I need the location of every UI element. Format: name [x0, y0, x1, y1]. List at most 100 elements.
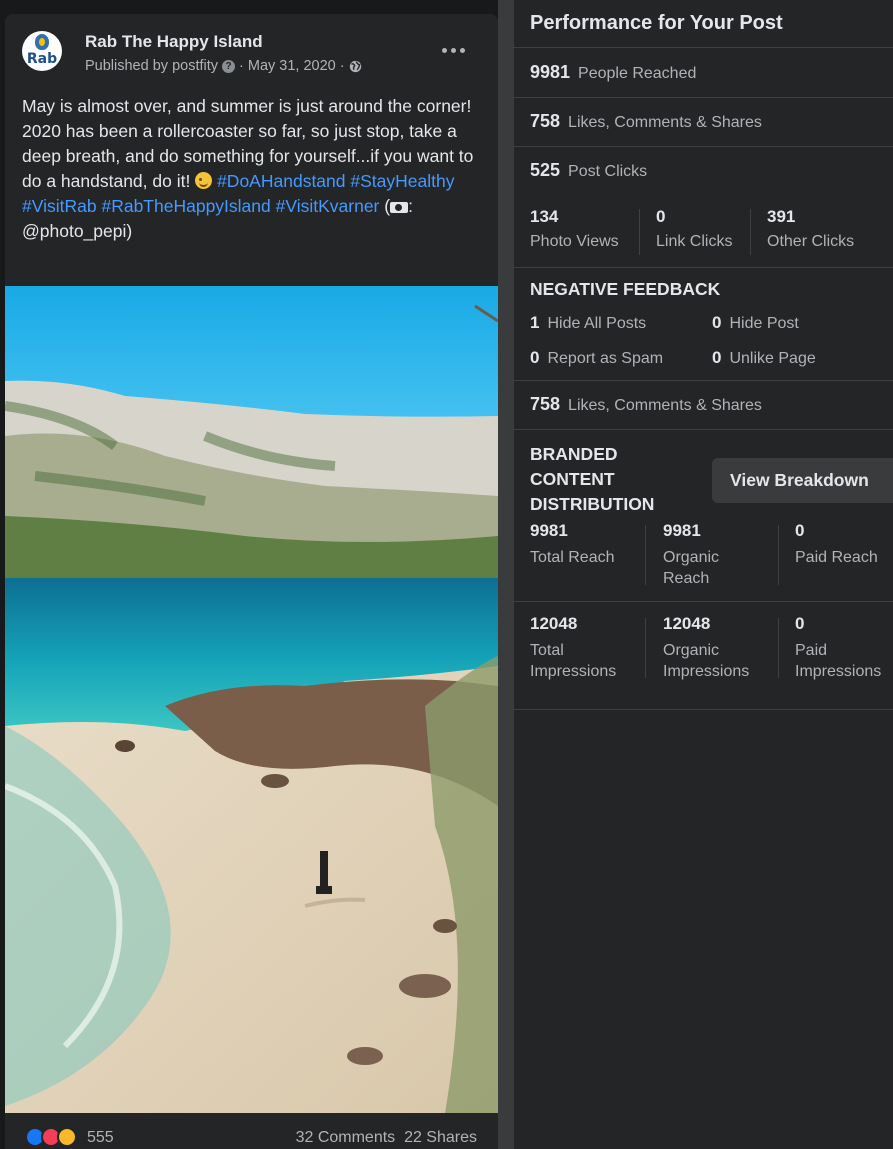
- divider: [639, 209, 640, 255]
- hashtag-link[interactable]: #DoAHandstand: [217, 171, 345, 191]
- post-text: May is almost over, and summer is just a…: [22, 94, 492, 244]
- stat-label: Paid Impressions: [795, 642, 882, 680]
- hashtag-link[interactable]: #VisitKvarner: [276, 196, 380, 216]
- post-clicks-stat: 525 Post Clicks: [530, 160, 647, 181]
- stat-value: 0: [530, 348, 540, 367]
- divider: [778, 618, 779, 678]
- avatar-text: Rab: [26, 51, 58, 67]
- stat-value: 391: [767, 207, 796, 226]
- total-reach-stat: 9981 Total Reach: [530, 521, 650, 568]
- organic-reach-stat: 9981 Organic Reach: [663, 521, 753, 589]
- post-meta: Published by postfity? · May 31, 2020 ·: [85, 58, 362, 74]
- divider: [750, 209, 751, 255]
- photo-credit[interactable]: @photo_pepi): [22, 221, 132, 241]
- rab-logo-icon: [35, 34, 49, 50]
- credit-close: :: [408, 196, 413, 216]
- stat-label: Paid Reach: [795, 549, 878, 566]
- divider: [514, 429, 893, 430]
- stat-value: 1: [530, 313, 540, 332]
- photo-views-stat: 134 Photo Views: [530, 207, 619, 257]
- stat-label: Other Clicks: [767, 233, 855, 250]
- stat-value: 0: [712, 313, 722, 332]
- page-name[interactable]: Rab The Happy Island: [85, 32, 263, 52]
- performance-panel: Performance for Your Post 9981 People Re…: [514, 0, 893, 1149]
- stat-label: Total Reach: [530, 549, 615, 566]
- divider: [514, 97, 893, 98]
- stat-value: 12048: [663, 614, 711, 633]
- view-breakdown-button[interactable]: View Breakdown: [712, 458, 893, 503]
- stat-value: 758: [530, 111, 561, 131]
- reaction-icons[interactable]: [25, 1127, 81, 1147]
- care-reaction-icon: [57, 1127, 77, 1147]
- organic-impressions-stat: 12048 Organic Impressions: [663, 614, 773, 682]
- hashtag-link[interactable]: #VisitRab: [22, 196, 97, 216]
- more-options-icon[interactable]: [440, 42, 468, 58]
- published-prefix: Published by: [85, 58, 169, 74]
- stat-value: 0: [712, 348, 722, 367]
- divider: [514, 267, 893, 268]
- post-photo[interactable]: [5, 286, 498, 1113]
- engagement-repeat-stat: 758 Likes, Comments & Shares: [530, 394, 762, 415]
- divider: [514, 601, 893, 602]
- engagement-stat: 758 Likes, Comments & Shares: [530, 111, 762, 132]
- paid-reach-stat: 0 Paid Reach: [795, 521, 891, 568]
- beach-photo-image: [5, 286, 498, 1113]
- credit-open: (: [379, 196, 391, 216]
- page-avatar[interactable]: Rab: [22, 31, 62, 71]
- panel-divider: [498, 0, 514, 1149]
- comments-shares: 32 Comments 22 Shares: [296, 1129, 477, 1147]
- shares-count[interactable]: 22 Shares: [404, 1129, 477, 1146]
- people-reached-stat: 9981 People Reached: [530, 62, 696, 83]
- stat-label: Organic Impressions: [663, 642, 750, 680]
- comments-count[interactable]: 32 Comments: [296, 1129, 396, 1146]
- stat-value: 0: [795, 614, 805, 633]
- stat-label: Photo Views: [530, 233, 619, 250]
- branded-content-title: BRANDED CONTENT DISTRIBUTION: [530, 444, 655, 514]
- meta-dot: ·: [335, 58, 345, 74]
- stat-label: Hide All Posts: [547, 315, 647, 332]
- camera-icon: [390, 202, 409, 213]
- post-date[interactable]: May 31, 2020: [248, 58, 336, 74]
- wink-emoji-icon: [195, 172, 213, 189]
- stat-label: People Reached: [578, 65, 697, 82]
- meta-dot: ·: [239, 58, 248, 74]
- paid-impressions-stat: 0 Paid Impressions: [795, 614, 891, 682]
- stat-value: 525: [530, 160, 561, 180]
- globe-icon: [349, 60, 361, 72]
- link-clicks-stat: 0 Link Clicks: [656, 207, 732, 257]
- stat-label: Total Impressions: [530, 642, 617, 680]
- divider: [514, 47, 893, 48]
- stat-label: Organic Reach: [663, 549, 720, 587]
- total-impressions-stat: 12048 Total Impressions: [530, 614, 640, 682]
- stat-label: Likes, Comments & Shares: [568, 114, 762, 131]
- impression-stats: 12048 Total Impressions 12048 Organic Im…: [514, 614, 893, 686]
- divider: [645, 618, 646, 678]
- negative-feedback-title: NEGATIVE FEEDBACK: [530, 279, 721, 299]
- post-header: Rab Rab The Happy Island Published by po…: [5, 14, 498, 86]
- stat-label: Likes, Comments & Shares: [568, 397, 762, 414]
- stat-label: Hide Post: [729, 315, 799, 332]
- stat-label: Link Clicks: [656, 233, 733, 250]
- post-card: Rab Rab The Happy Island Published by po…: [5, 14, 498, 1149]
- hashtag-link[interactable]: #RabTheHappyIsland: [101, 196, 270, 216]
- stat-label: Unlike Page: [729, 350, 816, 367]
- panel-title: Performance for Your Post: [530, 12, 783, 34]
- question-icon[interactable]: ?: [222, 59, 235, 73]
- publisher-name[interactable]: postfity: [172, 58, 218, 74]
- other-clicks-stat: 391 Other Clicks: [767, 207, 854, 257]
- stat-value: 9981: [530, 521, 568, 540]
- report-spam-stat: 0 Report as Spam: [530, 348, 663, 368]
- divider: [514, 709, 893, 710]
- reaction-count[interactable]: 555: [87, 1129, 114, 1147]
- stat-value: 758: [530, 394, 561, 414]
- stat-value: 0: [656, 207, 666, 226]
- divider: [514, 146, 893, 147]
- stat-value: 12048: [530, 614, 578, 633]
- stat-value: 0: [795, 521, 805, 540]
- divider: [645, 525, 646, 585]
- hide-all-posts-stat: 1 Hide All Posts: [530, 313, 646, 333]
- unlike-page-stat: 0 Unlike Page: [712, 348, 816, 368]
- divider: [514, 380, 893, 381]
- hashtag-link[interactable]: #StayHealthy: [350, 171, 454, 191]
- reactions-bar: 555 32 Comments 22 Shares: [5, 1113, 498, 1149]
